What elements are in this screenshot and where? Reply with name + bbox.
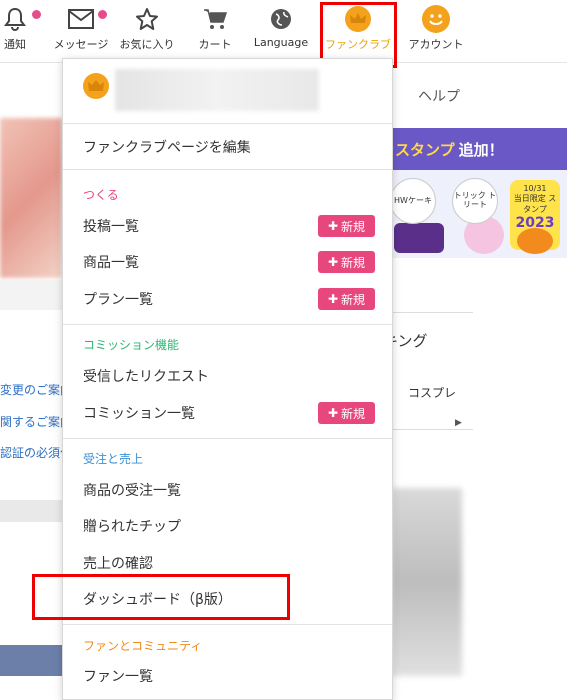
nav-messages[interactable]: メッセージ — [53, 6, 109, 52]
fanclub-name-blurred[interactable] — [115, 69, 319, 111]
nav-notifications[interactable]: 通知 — [0, 6, 41, 52]
plus-icon: ✚ — [327, 292, 339, 306]
nav-label: カート — [198, 38, 232, 51]
dropdown-header — [63, 59, 392, 124]
top-navigation: 通知 メッセージ お気に入り カート Language ファンクラブ アカウント — [0, 0, 567, 63]
blurred-image — [0, 118, 62, 278]
bell-icon — [0, 6, 30, 32]
nav-label: お気に入り — [119, 38, 175, 51]
menu-item-products[interactable]: 商品一覧 — [83, 252, 139, 272]
cart-icon — [195, 6, 235, 32]
divider — [63, 169, 392, 170]
new-commission-button[interactable]: ✚ 新規 — [318, 402, 375, 424]
plus-icon: ✚ — [327, 219, 339, 233]
fanclub-avatar[interactable] — [83, 73, 109, 99]
menu-item-commissions[interactable]: コミッション一覧 — [83, 403, 195, 423]
divider-band — [0, 280, 62, 310]
plus-icon: ✚ — [327, 406, 339, 420]
menu-item-posts[interactable]: 投稿一覧 — [83, 216, 139, 236]
globe-icon — [251, 6, 311, 32]
menu-item-received-tips[interactable]: 贈られたチップ — [83, 516, 181, 536]
nav-label: メッセージ — [53, 38, 109, 51]
smiley-icon — [404, 5, 468, 33]
ranking-thumbnail[interactable] — [392, 488, 462, 676]
nav-label: アカウント — [408, 38, 464, 51]
scroll-right-arrow-icon[interactable]: ▶ — [455, 418, 462, 428]
section-orders-title: 受注と売上 — [83, 452, 144, 466]
stamp-banner[interactable]: きスタンプ追加！ HWケーキ トリック トリート 10/31 当日限定 スタンプ… — [372, 128, 567, 258]
section-community-title: ファンとコミュニティ — [83, 639, 203, 653]
plus-icon: ✚ — [327, 255, 339, 269]
cake-illustration — [394, 223, 444, 253]
menu-item-plans[interactable]: プラン一覧 — [83, 289, 153, 309]
section-commission-title: コミッション機能 — [83, 338, 180, 352]
section-create-title: つくる — [83, 188, 119, 202]
banner-bubble: HWケーキ — [390, 178, 436, 224]
menu-item-product-orders[interactable]: 商品の受注一覧 — [83, 480, 181, 500]
new-post-button[interactable]: ✚ 新規 — [318, 215, 375, 237]
highlight-dashboard — [32, 574, 290, 620]
nav-language[interactable]: Language — [251, 6, 311, 49]
ranking-tab[interactable]: コスプレ — [408, 384, 456, 401]
pumpkin-illustration — [517, 228, 553, 254]
divider — [63, 624, 392, 625]
banner-bubble: トリック トリート — [452, 178, 498, 224]
new-product-button[interactable]: ✚ 新規 — [318, 251, 375, 273]
nav-label: 通知 — [4, 38, 26, 51]
thumbnail-image — [0, 645, 62, 676]
divider — [63, 438, 392, 439]
nav-favorites[interactable]: お気に入り — [118, 6, 176, 52]
nav-label: Language — [253, 36, 309, 49]
menu-item-sales[interactable]: 売上の確認 — [83, 553, 153, 573]
edit-fanclub-page-link[interactable]: ファンクラブページを編集 — [83, 137, 251, 157]
menu-item-received-requests[interactable]: 受信したリクエスト — [83, 366, 209, 386]
divider-band — [0, 500, 62, 522]
menu-item-fans[interactable]: ファン一覧 — [83, 666, 153, 686]
banner-title: きスタンプ追加！ — [372, 128, 567, 170]
message-dot — [98, 10, 107, 19]
new-plan-button[interactable]: ✚ 新規 — [318, 288, 375, 310]
star-icon — [118, 6, 176, 32]
nav-account[interactable]: アカウント — [404, 5, 468, 52]
notification-dot — [32, 10, 41, 19]
help-link[interactable]: ヘルプ — [418, 86, 460, 106]
divider — [63, 324, 392, 325]
nav-cart[interactable]: カート — [195, 6, 235, 52]
